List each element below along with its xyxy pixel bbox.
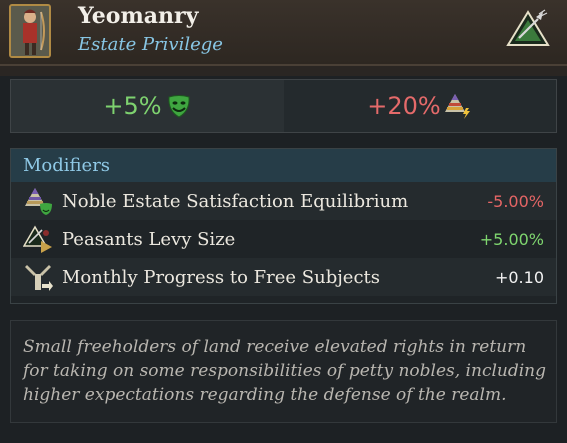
free-subjects-icon xyxy=(25,265,53,291)
archer-portrait-icon xyxy=(9,4,51,58)
modifier-row: Monthly Progress to Free Subjects +0.10 xyxy=(11,258,556,296)
noble-estate-satisfaction-icon xyxy=(25,188,52,215)
privilege-description: Small freeholders of land receive elevat… xyxy=(10,320,557,423)
header-separator xyxy=(0,66,567,76)
peasants-estate-icon xyxy=(506,9,550,46)
estate-power-pyramid-icon xyxy=(444,94,470,119)
modifier-value: +5.00% xyxy=(479,229,544,249)
modifier-row: Noble Estate Satisfaction Equilibrium -5… xyxy=(11,182,556,220)
tooltip-header: Yeomanry Estate Privilege xyxy=(0,0,567,66)
happy-mask-icon xyxy=(168,95,190,118)
modifier-label: Monthly Progress to Free Subjects xyxy=(62,266,381,288)
privilege-title: Yeomanry xyxy=(78,3,199,29)
modifiers-panel: Modifiers Noble Estate Satisfaction Equi… xyxy=(10,148,557,304)
estate-power-cell: +20% xyxy=(284,80,556,132)
estate-power-value: +20% xyxy=(367,92,441,120)
modifier-value: -5.00% xyxy=(487,191,544,211)
satisfaction-value: +5% xyxy=(103,92,162,120)
modifiers-heading: Modifiers xyxy=(11,149,556,182)
modifier-label: Peasants Levy Size xyxy=(62,228,236,250)
privilege-type: Estate Privilege xyxy=(78,34,223,55)
peasants-levy-icon xyxy=(23,225,52,253)
modifier-row: Peasants Levy Size +5.00% xyxy=(11,220,556,258)
modifier-label: Noble Estate Satisfaction Equilibrium xyxy=(62,190,409,212)
satisfaction-cell: +5% xyxy=(11,80,284,132)
estate-effect-summary: +5% +20% xyxy=(10,79,557,133)
modifier-value: +0.10 xyxy=(494,267,544,287)
